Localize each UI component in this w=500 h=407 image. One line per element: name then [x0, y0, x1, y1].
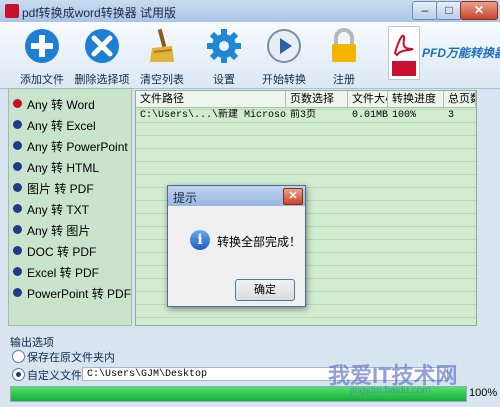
start-convert-label: 开始转换: [262, 74, 306, 86]
dialog-close-button[interactable]: ✕: [283, 188, 303, 205]
format-item-image-to-pdf[interactable]: 图片 转 PDF: [13, 177, 131, 198]
clear-list-button[interactable]: 清空列表: [130, 28, 194, 86]
radio-dot-icon: [13, 120, 22, 129]
lock-icon: [332, 28, 356, 62]
delete-selected-button[interactable]: 删除选择项: [70, 28, 134, 86]
app-window: pdf转换成word转换器 试用版 – □ ✕ 添加文件 删除选择项 清空列表: [0, 0, 500, 407]
minimize-button[interactable]: –: [412, 1, 438, 20]
start-convert-button[interactable]: 开始转换: [252, 28, 316, 86]
format-item-any-to-html[interactable]: Any 转 HTML: [13, 156, 131, 177]
radio-dot-icon: [13, 225, 22, 234]
settings-button[interactable]: 设置: [192, 28, 256, 86]
settings-label: 设置: [213, 74, 235, 86]
window-title: pdf转换成word转换器 试用版: [22, 6, 177, 20]
close-button[interactable]: ✕: [460, 1, 498, 20]
format-label: DOC 转 PDF: [27, 245, 97, 259]
format-item-any-to-image[interactable]: Any 转 图片: [13, 219, 131, 240]
dialog-message: 转换全部完成！: [217, 235, 302, 249]
add-file-button[interactable]: 添加文件: [10, 28, 74, 86]
maximize-button[interactable]: □: [436, 1, 462, 20]
add-file-label: 添加文件: [20, 74, 64, 86]
clear-list-label: 清空列表: [140, 74, 184, 86]
format-label: Excel 转 PDF: [27, 266, 100, 280]
play-icon: [267, 29, 301, 63]
format-label: Any 转 Word: [27, 98, 95, 112]
app-icon: [5, 4, 19, 18]
radio-dot-icon: [13, 246, 22, 255]
add-icon: [25, 29, 59, 63]
format-label: Any 转 Excel: [27, 119, 96, 133]
dialog-ok-button[interactable]: 确定: [235, 279, 295, 301]
radio-dot-icon: [13, 288, 22, 297]
title-bar: pdf转换成word转换器 试用版 – □ ✕: [0, 0, 500, 22]
radio-custom-folder[interactable]: [12, 368, 25, 381]
delete-selected-label: 删除选择项: [74, 74, 130, 86]
format-label: Any 转 图片: [27, 224, 91, 238]
save-in-source-label[interactable]: 保存在原文件夹内: [27, 349, 115, 365]
format-label: Any 转 HTML: [27, 161, 100, 175]
delete-icon: [85, 29, 119, 63]
column-header-path[interactable]: 文件路径: [136, 91, 286, 108]
format-label: PowerPoint 转 PDF: [27, 287, 132, 301]
brand-label: PFD万能转换器: [422, 46, 500, 60]
progress-percent: 100%: [469, 387, 498, 399]
radio-dot-icon: [13, 183, 22, 192]
radio-dot-icon: [13, 99, 22, 108]
register-button[interactable]: 注册: [312, 28, 376, 86]
cell-total[interactable]: 3: [444, 109, 476, 123]
format-item-doc-to-pdf[interactable]: DOC 转 PDF: [13, 240, 131, 261]
column-header-size[interactable]: 文件大小: [348, 91, 388, 108]
acrobat-icon: [393, 34, 414, 57]
dialog-title: 提示: [173, 191, 198, 205]
radio-dot-icon: [13, 267, 22, 276]
radio-dot-icon: [13, 141, 22, 150]
format-item-any-to-powerpoint[interactable]: Any 转 PowerPoint: [13, 135, 131, 156]
format-item-any-to-txt[interactable]: Any 转 TXT: [13, 198, 131, 219]
column-header-pages[interactable]: 页数选择: [286, 91, 348, 108]
format-item-any-to-excel[interactable]: Any 转 Excel: [13, 114, 131, 135]
message-dialog: 提示 ✕ i 转换全部完成！ 确定: [167, 185, 306, 307]
format-list: Any 转 Word Any 转 Excel Any 转 PowerPoint …: [8, 88, 132, 326]
radio-dot-icon: [13, 204, 22, 213]
output-options-heading: 输出选项: [10, 337, 54, 349]
cell-path[interactable]: C:\Users\...\新建 Microsoft Exc...: [136, 109, 286, 123]
format-label: Any 转 PowerPoint: [27, 140, 128, 154]
info-icon: i: [190, 230, 210, 250]
watermark-url: jingyan.baidu.com: [350, 385, 431, 396]
broom-icon: [150, 28, 174, 62]
brand-logo: PFD万能转换器: [382, 24, 500, 88]
dialog-title-bar: 提示 ✕: [168, 186, 305, 206]
pdf-doc-band: [392, 61, 416, 76]
cell-pages[interactable]: 前3页: [286, 109, 348, 123]
radio-dot-icon: [13, 162, 22, 171]
gear-icon: [207, 29, 241, 63]
format-item-excel-to-pdf[interactable]: Excel 转 PDF: [13, 261, 131, 282]
radio-save-in-source[interactable]: [12, 350, 25, 363]
format-label: 图片 转 PDF: [27, 182, 94, 196]
format-item-any-to-word[interactable]: Any 转 Word: [13, 93, 131, 114]
register-label: 注册: [333, 74, 355, 86]
column-header-total[interactable]: 总页数: [444, 91, 476, 108]
pdf-doc-icon: [388, 26, 420, 80]
format-item-powerpoint-to-pdf[interactable]: PowerPoint 转 PDF: [13, 282, 131, 303]
format-label: Any 转 TXT: [27, 203, 90, 217]
cell-size[interactable]: 0.01MB: [348, 109, 388, 123]
cell-progress[interactable]: 100%: [388, 109, 444, 123]
column-header-progress[interactable]: 转换进度: [388, 91, 444, 108]
